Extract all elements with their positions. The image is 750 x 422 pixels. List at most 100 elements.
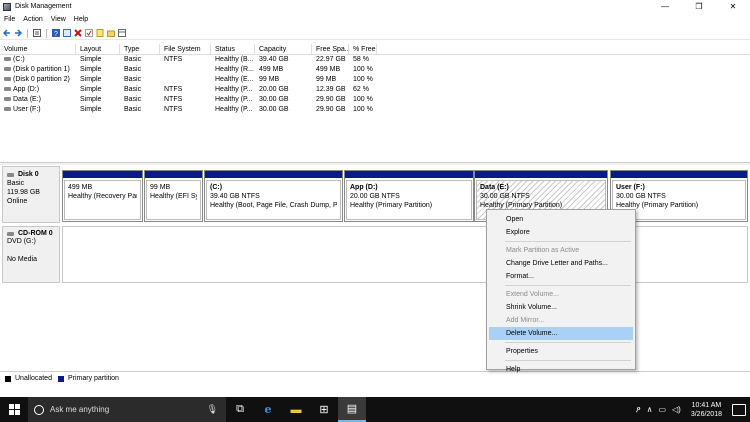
search-box[interactable]: Ask me anything 🎙 (28, 397, 226, 422)
column-volume[interactable]: Volume (0, 44, 76, 54)
table-row[interactable]: User (F:) Simple Basic NTFS Healthy (P... 30.… (0, 105, 750, 115)
context-menu-item-format[interactable]: Format... (487, 270, 635, 283)
microphone-icon[interactable]: 🎙 (207, 404, 218, 415)
network-icon[interactable]: ▭ (658, 405, 666, 414)
volume-icon (4, 87, 11, 92)
partition-title: Data (E:) (480, 184, 509, 191)
cdrom-name: CD-ROM 0 (18, 230, 53, 237)
properties-icon[interactable] (63, 29, 71, 37)
table-row[interactable]: App (D:) Simple Basic NTFS Healthy (P... 20.0… (0, 85, 750, 95)
cell-volume: App (D:) (0, 85, 76, 95)
show-hidden-icons-icon[interactable]: ∧ (647, 405, 653, 414)
primary-partition-bar (611, 171, 747, 178)
column-file-system[interactable]: File System (160, 44, 211, 54)
table-row[interactable]: (Disk 0 partition 1) Simple Basic Healthy (… (0, 65, 750, 75)
forward-icon[interactable] (14, 29, 22, 37)
column-status[interactable]: Status (211, 44, 255, 54)
context-menu-item-shrink-volume[interactable]: Shrink Volume... (487, 301, 635, 314)
primary-partition-bar (145, 171, 202, 178)
cell-volume: (Disk 0 partition 1) (0, 65, 76, 75)
clock[interactable]: 10:41 AM 3/26/2018 (687, 401, 726, 419)
folder-icon[interactable] (107, 29, 115, 37)
disk-0-name: Disk 0 (18, 171, 39, 178)
menu-help[interactable]: Help (70, 16, 92, 23)
disk-0-partitions: 499 MB Healthy (Recovery Parti 99 MB Health… (62, 170, 748, 222)
column-type[interactable]: Type (120, 44, 160, 54)
table-row[interactable]: (Disk 0 partition 2) Simple Basic Healthy (… (0, 75, 750, 85)
context-menu-item-change-drive-letter-and-paths[interactable]: Change Drive Letter and Paths... (487, 257, 635, 270)
cell-percent-free: 58 % (353, 56, 369, 63)
unallocated-swatch (5, 375, 11, 382)
partition-block[interactable]: (C:) 39.40 GB NTFS Healthy (Boot, Page Fil… (204, 170, 343, 222)
minimize-button[interactable]: — (648, 0, 682, 13)
partition-block[interactable]: App (D:) 20.00 GB NTFS Healthy (Primary Pa… (344, 170, 474, 222)
context-menu-item-explore[interactable]: Explore (487, 226, 635, 239)
column-capacity[interactable]: Capacity (255, 44, 312, 54)
list-icon[interactable] (33, 29, 41, 37)
cell-file-system: NTFS (164, 106, 183, 113)
cdrom-type: DVD (G:) (7, 238, 36, 245)
partition-status: Healthy (Boot, Page File, Crash Dump, Pr… (210, 202, 337, 209)
new-icon[interactable] (96, 29, 104, 37)
cell-volume: User (F:) (0, 105, 76, 115)
disk-management-taskbar-icon[interactable]: ▤ (338, 397, 366, 422)
cell-file-system (160, 65, 211, 75)
partition-block[interactable]: 99 MB Healthy (EFI Syst (144, 170, 203, 222)
context-menu-item-extend-volume: Extend Volume... (506, 291, 559, 298)
disk-0-label[interactable]: Disk 0 Basic 119.98 GB Online (2, 166, 60, 223)
column-percent-free[interactable]: % Free (349, 44, 377, 54)
edge-browser-icon[interactable]: e (254, 397, 282, 422)
taskbar: Ask me anything 🎙 ⧉ e ▬ ⊞ ▤ ዖ ∧ ▭ ◁) 10:… (0, 397, 750, 422)
column-layout[interactable]: Layout (76, 44, 120, 54)
context-menu-item-help[interactable]: Help (487, 363, 635, 376)
maximize-button[interactable]: ❐ (682, 0, 716, 13)
cdrom-media: No Media (7, 256, 37, 263)
cell-layout: Simple (80, 96, 102, 103)
context-menu-item-properties[interactable]: Properties (487, 345, 635, 358)
clock-time: 10:41 AM (691, 401, 722, 409)
volume-icon[interactable]: ◁) (672, 405, 681, 414)
table-row[interactable]: Data (E:) Simple Basic NTFS Healthy (P... 30.… (0, 95, 750, 105)
volume-icon (4, 97, 11, 102)
column-free-space[interactable]: Free Spa... (312, 44, 349, 54)
partition-size: 30.00 GB NTFS (480, 193, 530, 200)
close-button[interactable]: ✕ (716, 0, 750, 13)
primary-swatch (57, 375, 64, 382)
pane-splitter[interactable] (0, 162, 750, 165)
menu-separator (505, 342, 631, 343)
cell-capacity: 30.00 GB (259, 96, 289, 103)
view-icon[interactable] (118, 29, 126, 37)
cell-file-system (160, 75, 211, 85)
back-icon[interactable] (3, 29, 11, 37)
menu-separator (505, 285, 631, 286)
primary-partition-bar (475, 171, 607, 178)
action-center-icon[interactable] (732, 403, 746, 416)
task-view-icon[interactable]: ⧉ (226, 397, 254, 422)
help-icon[interactable]: ? (52, 29, 60, 37)
menu-separator (505, 360, 631, 361)
partition-status: Healthy (EFI Syst (150, 193, 197, 200)
store-icon[interactable]: ⊞ (310, 397, 338, 422)
delete-icon[interactable] (74, 29, 82, 37)
toolbar: ? (0, 27, 750, 40)
people-icon[interactable]: ዖ (636, 405, 641, 415)
table-row[interactable]: (C:) Simple Basic NTFS Healthy (B... 39.40 GB… (0, 55, 750, 65)
cell-free-space: 29.90 GB (316, 106, 346, 113)
cdrom-0-area (62, 226, 748, 283)
partition-block[interactable]: 499 MB Healthy (Recovery Parti (62, 170, 143, 222)
menu-view[interactable]: View (47, 16, 70, 23)
file-explorer-icon[interactable]: ▬ (282, 397, 310, 422)
menu-action[interactable]: Action (19, 16, 46, 23)
context-menu-item-open[interactable]: Open (487, 213, 635, 226)
legend-primary: Primary partition (67, 375, 119, 382)
context-menu-item-mark-partition-as-active: Mark Partition as Active (506, 247, 580, 254)
volume-name: App (D:) (13, 86, 40, 93)
title-bar: Disk Management — ❐ ✕ (0, 0, 750, 13)
context-menu-item-delete-volume[interactable]: Delete Volume... (489, 327, 633, 340)
check-icon[interactable] (85, 29, 93, 37)
start-button[interactable] (0, 397, 28, 422)
cdrom-0-label[interactable]: CD-ROM 0 DVD (G:) No Media (2, 226, 60, 283)
volume-icon (4, 77, 11, 82)
cell-capacity: 30.00 GB (259, 106, 289, 113)
menu-file[interactable]: File (0, 16, 19, 23)
